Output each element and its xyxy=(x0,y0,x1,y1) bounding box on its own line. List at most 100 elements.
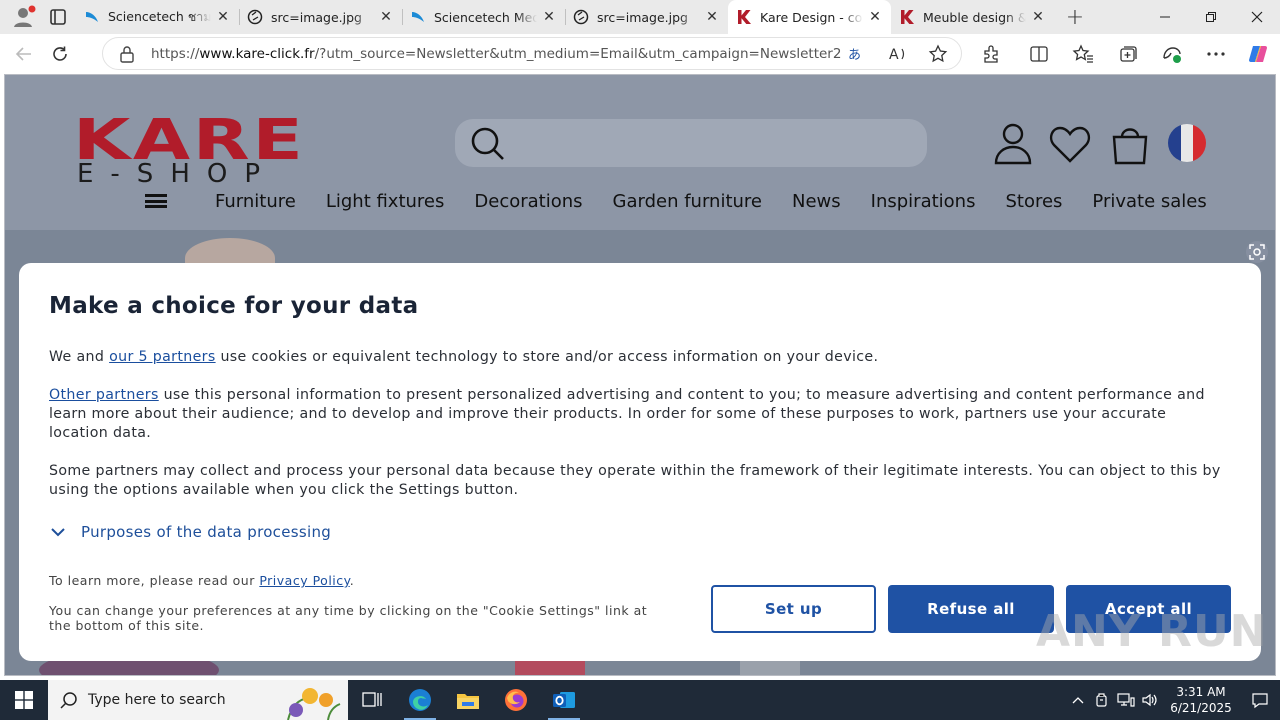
tab-title: src=image.jpg xyxy=(597,9,688,25)
extensions-icon[interactable] xyxy=(975,38,1007,70)
refuse-all-button[interactable]: Refuse all xyxy=(888,585,1054,633)
nav-inspirations[interactable]: Inspirations xyxy=(871,191,976,212)
nav-stores[interactable]: Stores xyxy=(1005,191,1062,212)
p1-text-before: We and xyxy=(49,349,110,365)
read-aloud-icon[interactable]: A xyxy=(883,39,913,69)
tab-list: Sciencetech ชามนัม✕src=image.jpg✕Science… xyxy=(76,0,1054,34)
tab-title: src=image.jpg xyxy=(271,9,362,25)
tab-close-icon[interactable]: ✕ xyxy=(704,9,720,25)
kare-favicon-icon xyxy=(736,9,752,25)
system-tray: 3:31 AM 6/21/2025 xyxy=(1066,680,1280,720)
favorites-icon[interactable] xyxy=(1067,38,1099,70)
nav-news[interactable]: News xyxy=(792,191,841,212)
favorite-star-icon[interactable] xyxy=(923,39,953,69)
logo-eshop: E-SHOP xyxy=(77,159,278,189)
tab-4[interactable]: src=image.jpg ✕ xyxy=(565,0,728,34)
lock-icon[interactable] xyxy=(119,45,139,63)
back-arrow-icon[interactable] xyxy=(8,38,40,70)
profile-icon[interactable] xyxy=(8,2,38,32)
translate-icon[interactable]: あ xyxy=(843,39,873,69)
more-options-icon[interactable] xyxy=(1200,38,1232,70)
file-explorer-icon[interactable] xyxy=(444,680,492,720)
collections-icon[interactable] xyxy=(1112,38,1144,70)
nav-decorations[interactable]: Decorations xyxy=(474,191,582,212)
tab-3[interactable]: Sciencetech Medical✕ xyxy=(402,0,565,34)
window-controls xyxy=(1142,0,1280,34)
nav-furniture[interactable]: Furniture xyxy=(215,191,296,212)
tab-title: Sciencetech Medical xyxy=(434,9,537,25)
image-file-favicon-icon xyxy=(573,9,589,25)
sciencetech-favicon-icon xyxy=(84,9,100,25)
address-bar[interactable]: https://www.kare-click.fr/?utm_source=Ne… xyxy=(102,37,962,70)
kare-favicon-icon xyxy=(899,9,915,25)
refresh-icon[interactable] xyxy=(44,38,76,70)
hamburger-menu-icon[interactable] xyxy=(145,192,167,210)
purposes-label: Purposes of the data processing xyxy=(81,523,332,541)
tab-close-icon[interactable]: ✕ xyxy=(867,9,883,25)
task-view-icon[interactable] xyxy=(348,680,396,720)
tab-title: Kare Design - contemporary xyxy=(760,9,863,25)
learn-text-before: To learn more, please read our xyxy=(49,573,260,588)
account-icon[interactable] xyxy=(992,121,1034,167)
notifications-icon[interactable] xyxy=(1240,680,1280,720)
chevron-up-icon[interactable] xyxy=(1066,680,1090,720)
workspaces-icon[interactable] xyxy=(46,5,70,29)
edge-icon[interactable] xyxy=(396,680,444,720)
nav-light-fixtures[interactable]: Light fixtures xyxy=(326,191,445,212)
minimize-icon[interactable] xyxy=(1142,0,1188,34)
tab-close-icon[interactable]: ✕ xyxy=(1030,9,1046,25)
tab-title: Sciencetech ชามนัม xyxy=(108,9,211,24)
change-preferences-text: You can change your preferences at any t… xyxy=(49,603,648,633)
search-icon[interactable] xyxy=(469,125,507,163)
anyrun-watermark: ANY RUN xyxy=(1036,606,1268,657)
new-tab-button[interactable]: + xyxy=(1060,2,1090,32)
site-search-bar[interactable] xyxy=(455,119,927,167)
kare-logo[interactable]: KARE E-SHOP xyxy=(73,113,305,190)
tab-close-icon[interactable]: ✕ xyxy=(541,9,557,25)
restore-icon[interactable] xyxy=(1188,0,1234,34)
copilot-icon[interactable] xyxy=(1242,38,1274,70)
visual-search-icon[interactable] xyxy=(1243,238,1271,266)
volume-icon[interactable] xyxy=(1138,680,1162,720)
search-highlight-flowers-icon xyxy=(287,688,341,720)
split-screen-icon[interactable] xyxy=(1023,38,1055,70)
wishlist-heart-icon[interactable] xyxy=(1049,121,1091,167)
url-prefix: https:// xyxy=(151,45,200,62)
tab-close-icon[interactable]: ✕ xyxy=(378,9,394,25)
clock-date: 6/21/2025 xyxy=(1170,701,1232,715)
our-partners-link[interactable]: our 5 partners xyxy=(109,349,216,365)
tab-title: Meuble design & moderne xyxy=(923,9,1026,25)
windows-start-icon[interactable] xyxy=(0,680,48,720)
network-icon[interactable] xyxy=(1114,680,1138,720)
tab-close-icon[interactable]: ✕ xyxy=(215,9,231,25)
url-path: /?utm_source=Newsletter&utm_medium=Email… xyxy=(314,45,841,62)
tab-1[interactable]: Sciencetech ชามนัม ✕ xyxy=(76,0,239,34)
shopping-bag-icon[interactable] xyxy=(1109,121,1151,167)
outlook-icon[interactable] xyxy=(540,680,588,720)
purposes-expander[interactable]: Purposes of the data processing xyxy=(51,523,331,541)
setup-button[interactable]: Set up xyxy=(711,585,876,633)
other-partners-link[interactable]: Other partners xyxy=(49,387,159,403)
screen: Sciencetech ชามนัม✕src=image.jpg✕Science… xyxy=(0,0,1280,720)
tab-2[interactable]: src=image.jpg ✕ xyxy=(239,0,402,34)
browser-essentials-icon[interactable] xyxy=(1156,38,1188,70)
close-icon[interactable] xyxy=(1234,0,1280,34)
meet-now-icon[interactable] xyxy=(1090,680,1114,720)
nav-garden-furniture[interactable]: Garden furniture xyxy=(613,191,762,212)
tab-5[interactable]: Kare Design - contemporary✕ xyxy=(728,0,891,34)
nav-private-sales[interactable]: Private sales xyxy=(1092,191,1206,212)
search-icon xyxy=(60,692,77,709)
dialog-title: Make a choice for your data xyxy=(49,293,419,319)
taskbar-clock[interactable]: 3:31 AM 6/21/2025 xyxy=(1162,684,1240,716)
firefox-icon[interactable] xyxy=(492,680,540,720)
url-text[interactable]: https://www.kare-click.fr/?utm_source=Ne… xyxy=(151,46,841,62)
p2-text: use this personal information to present… xyxy=(49,387,1205,441)
browser-toolbar: https://www.kare-click.fr/?utm_source=Ne… xyxy=(0,34,1280,74)
chevron-down-icon xyxy=(51,528,65,537)
tab-6[interactable]: Meuble design & moderne✕ xyxy=(891,0,1054,34)
france-flag-icon[interactable] xyxy=(1167,123,1207,163)
browser-tab-strip: Sciencetech ชามนัม✕src=image.jpg✕Science… xyxy=(0,0,1280,34)
learn-text-after: . xyxy=(349,573,355,588)
taskbar-search-box[interactable]: Type here to search xyxy=(48,680,348,720)
privacy-policy-link[interactable]: Privacy Policy xyxy=(259,573,349,588)
